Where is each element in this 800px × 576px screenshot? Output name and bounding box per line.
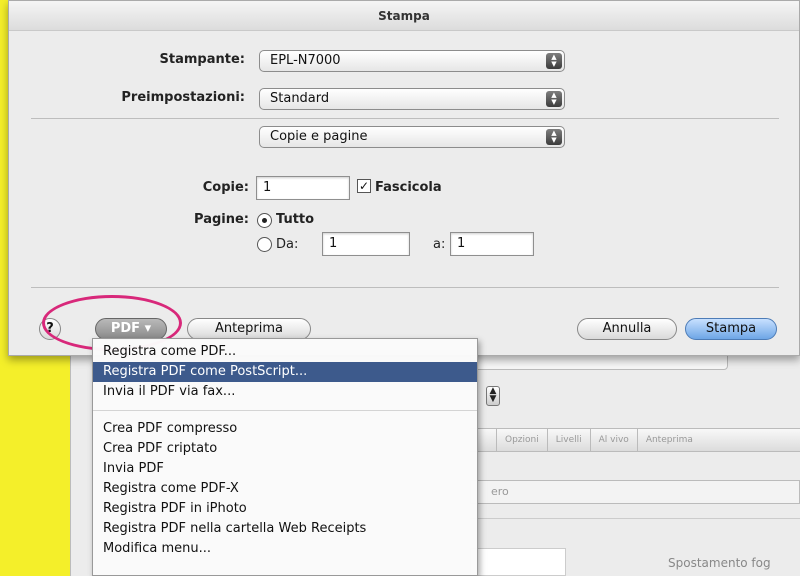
menu-item-compress-pdf[interactable]: Crea PDF compresso (93, 419, 477, 439)
menu-item-save-to-iphoto[interactable]: Registra PDF in iPhoto (93, 499, 477, 519)
section-value: Copie e pagine (270, 129, 368, 144)
all-pages-label: Tutto (276, 212, 315, 227)
preview-button[interactable]: Anteprima (187, 318, 311, 340)
radio-page-range[interactable] (257, 237, 272, 252)
pages-label: Pagine: (194, 212, 249, 227)
presets-popup[interactable]: Standard ▲ ▼ (259, 88, 565, 110)
radio-all-pages[interactable] (257, 213, 272, 228)
separator (31, 287, 779, 288)
separator (31, 118, 779, 119)
background-side-label: Spostamento fog (668, 556, 771, 570)
presets-label: Preimpostazioni: (121, 90, 245, 105)
background-field: ero (470, 480, 800, 504)
background-box (470, 548, 566, 576)
to-field[interactable]: 1 (450, 232, 534, 256)
menu-item-save-as-pdf[interactable]: Registra come PDF... (93, 342, 477, 362)
presets-value: Standard (270, 91, 330, 106)
print-button[interactable]: Stampa (685, 318, 777, 340)
popup-arrows-icon: ▲ ▼ (546, 129, 562, 145)
menu-item-edit-menu[interactable]: Modifica menu... (93, 539, 477, 559)
background-yellow-area (0, 356, 70, 576)
menu-item-save-as-pdf-x[interactable]: Registra come PDF-X (93, 479, 477, 499)
copies-label: Copie: (202, 180, 249, 195)
popup-arrows-icon: ▲ ▼ (546, 91, 562, 107)
popup-arrows-icon: ▲ ▼ (546, 53, 562, 69)
background-tab-anteprima: Anteprima (636, 429, 701, 451)
background-tab-opzioni: Opzioni (496, 429, 547, 451)
menu-item-save-pdf-as-postscript[interactable]: Registra PDF come PostScript... (93, 362, 477, 382)
dialog-title: Stampa (9, 1, 799, 31)
background-tab-livelli: Livelli (546, 429, 590, 451)
to-label: a: (433, 237, 446, 252)
from-field[interactable]: 1 (322, 232, 410, 256)
menu-separator (93, 410, 477, 411)
background-divider (470, 518, 800, 519)
printer-popup[interactable]: EPL-N7000 ▲ ▼ (259, 50, 565, 72)
collate-checkbox[interactable]: ✓ (357, 179, 371, 193)
copies-field[interactable]: 1 (256, 176, 350, 200)
menu-item-fax-pdf[interactable]: Invia il PDF via fax... (93, 382, 477, 402)
menu-item-mail-pdf[interactable]: Invia PDF (93, 459, 477, 479)
background-stepper-icon: ▲ ▼ (486, 386, 500, 406)
from-label: Da: (276, 237, 299, 252)
background-tab-bar: Opzioni Livelli Al vivo Anteprima (470, 428, 800, 452)
pdf-menu: Registra come PDF... Registra PDF come P… (92, 338, 478, 576)
cancel-button[interactable]: Annulla (577, 318, 677, 340)
printer-value: EPL-N7000 (270, 53, 341, 68)
collate-label: Fascicola (375, 180, 442, 195)
menu-item-save-to-web-receipts[interactable]: Registra PDF nella cartella Web Receipts (93, 519, 477, 539)
menu-item-encrypt-pdf[interactable]: Crea PDF criptato (93, 439, 477, 459)
background-tab-al-vivo: Al vivo (589, 429, 637, 451)
printer-label: Stampante: (159, 52, 245, 67)
section-popup[interactable]: Copie e pagine ▲ ▼ (259, 126, 565, 148)
